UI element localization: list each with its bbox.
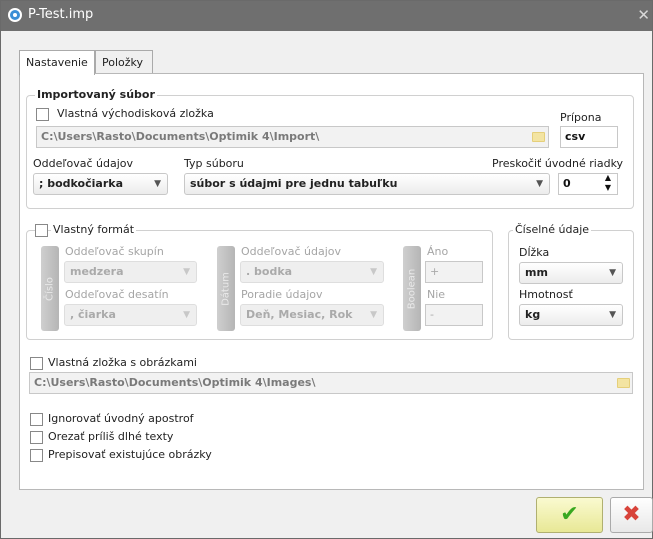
boolean-section-label: Boolean [406, 268, 418, 309]
length-label: Dĺžka [519, 246, 550, 259]
images-folder-checkbox[interactable] [30, 357, 43, 370]
length-select[interactable]: mm ▼ [519, 262, 623, 284]
group-sep-label: Oddeľovač skupín [65, 245, 164, 258]
date-order-select[interactable]: Deň, Mesiac, Rok ▼ [240, 304, 384, 326]
settings-panel: Importovaný súbor Vlastná východisková z… [19, 73, 644, 490]
custom-format-group: Vlastný formát Číslo Oddeľovač skupín me… [26, 223, 493, 340]
images-folder-label: Vlastná zložka s obrázkami [48, 356, 197, 369]
trim-texts-checkbox[interactable] [30, 431, 43, 444]
title-bar: P-Test.imp ✕ [1, 1, 652, 31]
group-sep-select[interactable]: medzera ▼ [64, 261, 197, 283]
file-type-value: súbor s údajmi pre jednu tabuľku [190, 177, 398, 190]
skip-rows-spinner[interactable]: 0 ▲ ▼ [558, 173, 618, 195]
tab-polozky[interactable]: Položky [95, 50, 153, 73]
overwrite-images-label: Prepisovať existujúce obrázky [48, 448, 212, 461]
folder-icon[interactable] [617, 378, 630, 388]
separator-label: Oddeľovač údajov [33, 157, 134, 170]
skip-rows-label: Preskočiť úvodné riadky [492, 157, 624, 170]
weight-select[interactable]: kg ▼ [519, 304, 623, 326]
close-icon[interactable]: ✕ [637, 6, 650, 24]
number-section-label: Číslo [44, 276, 56, 301]
boolean-section-bar: Boolean [403, 246, 421, 331]
chevron-down-icon: ▼ [183, 310, 190, 320]
imported-file-group: Importovaný súbor Vlastná východisková z… [26, 88, 634, 209]
checkmark-icon: ✔ [560, 502, 579, 527]
chevron-down-icon: ▼ [609, 268, 616, 278]
spinner-arrows-icon[interactable]: ▲ ▼ [605, 174, 611, 193]
decimal-sep-select[interactable]: , čiarka ▼ [64, 304, 197, 326]
yes-input[interactable]: + [425, 261, 483, 283]
length-value: mm [525, 266, 548, 279]
date-section-bar: Dátum [217, 246, 235, 331]
decimal-sep-value: , čiarka [70, 308, 116, 321]
weight-label: Hmotnosť [519, 288, 573, 301]
chevron-down-icon: ▼ [370, 310, 377, 320]
numeric-title: Číselné údaje [513, 223, 592, 236]
extension-input[interactable]: csv [560, 126, 618, 148]
chevron-down-icon: ▼ [609, 310, 616, 320]
custom-format-title: Vlastný formát [51, 223, 137, 236]
date-order-value: Deň, Mesiac, Rok [246, 308, 353, 321]
chevron-down-icon: ▼ [154, 179, 161, 189]
tab-nastavenie[interactable]: Nastavenie [19, 50, 95, 75]
separator-value: ; bodkočiarka [39, 177, 123, 190]
app-icon [8, 8, 22, 22]
overwrite-images-checkbox[interactable] [30, 449, 43, 462]
custom-folder-checkbox[interactable] [36, 108, 49, 121]
trim-texts-label: Orezať príliš dlhé texty [48, 430, 174, 443]
window-title: P-Test.imp [28, 7, 94, 22]
chevron-down-icon: ▼ [370, 267, 377, 277]
date-sep-label: Oddeľovač údajov [241, 245, 342, 258]
skip-rows-value: 0 [563, 177, 571, 190]
ok-button[interactable]: ✔ [536, 497, 603, 533]
ignore-apostrophe-checkbox[interactable] [30, 413, 43, 426]
yes-label: Áno [427, 245, 449, 258]
no-label: Nie [427, 288, 446, 301]
separator-select[interactable]: ; bodkočiarka ▼ [33, 173, 168, 195]
images-path-field[interactable]: C:\Users\Rasto\Documents\Optimik 4\Image… [29, 372, 633, 394]
cross-icon: ✖ [622, 502, 641, 527]
file-type-label: Typ súboru [184, 157, 244, 170]
custom-format-checkbox[interactable] [35, 224, 48, 237]
import-path-field[interactable]: C:\Users\Rasto\Documents\Optimik 4\Impor… [36, 126, 549, 148]
ignore-apostrophe-label: Ignorovať úvodný apostrof [48, 412, 194, 425]
numeric-group: Číselné údaje Dĺžka mm ▼ Hmotnosť kg ▼ [508, 223, 634, 340]
group-sep-value: medzera [70, 265, 124, 278]
import-dialog: P-Test.imp ✕ Nastavenie Položky Importov… [0, 0, 653, 539]
file-type-select[interactable]: súbor s údajmi pre jednu tabuľku ▼ [184, 173, 550, 195]
cancel-button[interactable]: ✖ [610, 497, 653, 533]
imported-file-title: Importovaný súbor [35, 88, 157, 101]
custom-folder-label: Vlastná východisková zložka [57, 107, 214, 120]
date-sep-select[interactable]: . bodka ▼ [240, 261, 384, 283]
weight-value: kg [525, 308, 541, 321]
number-section-bar: Číslo [41, 246, 59, 331]
chevron-down-icon: ▼ [536, 179, 543, 189]
extension-label: Prípona [560, 111, 602, 124]
date-order-label: Poradie údajov [241, 288, 323, 301]
date-section-label: Dátum [220, 271, 232, 306]
chevron-down-icon: ▼ [183, 267, 190, 277]
no-input[interactable]: - [425, 304, 483, 326]
folder-icon[interactable] [532, 132, 545, 142]
date-sep-value: . bodka [246, 265, 293, 278]
decimal-sep-label: Oddeľovač desatín [65, 288, 169, 301]
